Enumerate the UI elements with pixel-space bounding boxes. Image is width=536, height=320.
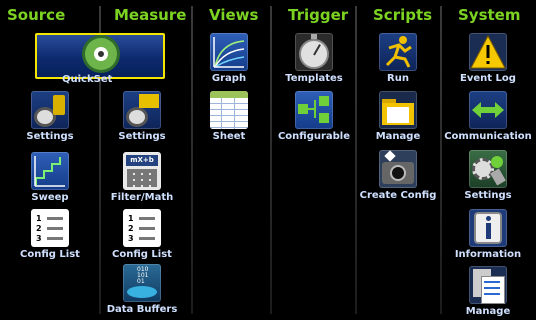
data-buffers-label: Data Buffers bbox=[106, 304, 178, 315]
create-config-label: Create Config bbox=[359, 190, 437, 201]
header-views: Views bbox=[209, 6, 259, 24]
templates-button[interactable]: Templates bbox=[281, 33, 347, 84]
source-settings-label: Settings bbox=[26, 131, 74, 142]
measure-config-list-button[interactable]: 123 Config List bbox=[107, 209, 177, 260]
measure-settings-icon bbox=[123, 91, 161, 129]
warning-icon bbox=[469, 33, 507, 71]
create-config-button[interactable]: Create Config bbox=[357, 150, 439, 201]
flow-icon bbox=[295, 91, 333, 129]
graph-label: Graph bbox=[211, 73, 247, 84]
quickset-button[interactable] bbox=[35, 33, 165, 79]
event-log-button[interactable]: Event Log bbox=[456, 33, 520, 84]
column-separator bbox=[191, 6, 193, 314]
filter-math-label: Filter/Math bbox=[110, 192, 174, 203]
sheet-icon bbox=[210, 91, 248, 129]
sheet-label: Sheet bbox=[212, 131, 246, 142]
quickset-label: QuickSet bbox=[62, 74, 113, 85]
manage-files-icon bbox=[469, 266, 507, 304]
config-list-icon: 123 bbox=[123, 209, 161, 247]
sweep-icon bbox=[31, 152, 69, 190]
communication-icon bbox=[469, 91, 507, 129]
scripts-manage-label: Manage bbox=[375, 131, 421, 142]
configurable-label: Configurable bbox=[277, 131, 351, 142]
measure-settings-label: Settings bbox=[118, 131, 166, 142]
system-manage-label: Manage bbox=[465, 306, 511, 317]
configurable-button[interactable]: Configurable bbox=[277, 91, 351, 142]
gear-icon bbox=[469, 150, 507, 188]
run-label: Run bbox=[387, 73, 409, 84]
camera-icon bbox=[379, 150, 417, 188]
source-settings-button[interactable]: Settings bbox=[20, 91, 80, 142]
stopwatch-icon bbox=[295, 33, 333, 71]
folder-icon bbox=[379, 91, 417, 129]
column-separator bbox=[270, 6, 272, 314]
communication-label: Communication bbox=[444, 131, 532, 142]
header-scripts: Scripts bbox=[373, 6, 433, 24]
graph-icon bbox=[210, 33, 248, 71]
measure-config-list-label: Config List bbox=[112, 249, 172, 260]
quickset-gear-icon bbox=[85, 38, 117, 70]
system-settings-label: Settings bbox=[464, 190, 512, 201]
calculator-icon: mX+b bbox=[123, 152, 161, 190]
header-trigger: Trigger bbox=[288, 6, 349, 24]
filter-math-button[interactable]: mX+b Filter/Math bbox=[105, 152, 179, 203]
templates-label: Templates bbox=[285, 73, 343, 84]
system-settings-button[interactable]: Settings bbox=[458, 150, 518, 201]
event-log-label: Event Log bbox=[460, 73, 516, 84]
measure-settings-button[interactable]: Settings bbox=[112, 91, 172, 142]
data-buffers-icon: 010 101 01 bbox=[123, 264, 161, 302]
run-icon bbox=[379, 33, 417, 71]
header-system: System bbox=[458, 6, 521, 24]
config-list-icon: 123 bbox=[31, 209, 69, 247]
sweep-button[interactable]: Sweep bbox=[20, 152, 80, 203]
info-icon bbox=[469, 209, 507, 247]
sheet-button[interactable]: Sheet bbox=[200, 91, 258, 142]
system-manage-button[interactable]: Manage bbox=[458, 266, 518, 317]
information-button[interactable]: Information bbox=[452, 209, 524, 260]
header-source: Source bbox=[7, 6, 66, 24]
run-button[interactable]: Run bbox=[369, 33, 427, 84]
header-measure: Measure bbox=[114, 6, 187, 24]
scripts-manage-button[interactable]: Manage bbox=[369, 91, 427, 142]
source-settings-icon bbox=[31, 91, 69, 129]
data-buffers-button[interactable]: 010 101 01 Data Buffers bbox=[104, 264, 180, 315]
graph-button[interactable]: Graph bbox=[200, 33, 258, 84]
communication-button[interactable]: Communication bbox=[444, 91, 532, 142]
source-config-list-label: Config List bbox=[20, 249, 80, 260]
information-label: Information bbox=[454, 249, 522, 260]
source-config-list-button[interactable]: 123 Config List bbox=[18, 209, 82, 260]
column-separator bbox=[440, 6, 442, 314]
sweep-label: Sweep bbox=[31, 192, 69, 203]
